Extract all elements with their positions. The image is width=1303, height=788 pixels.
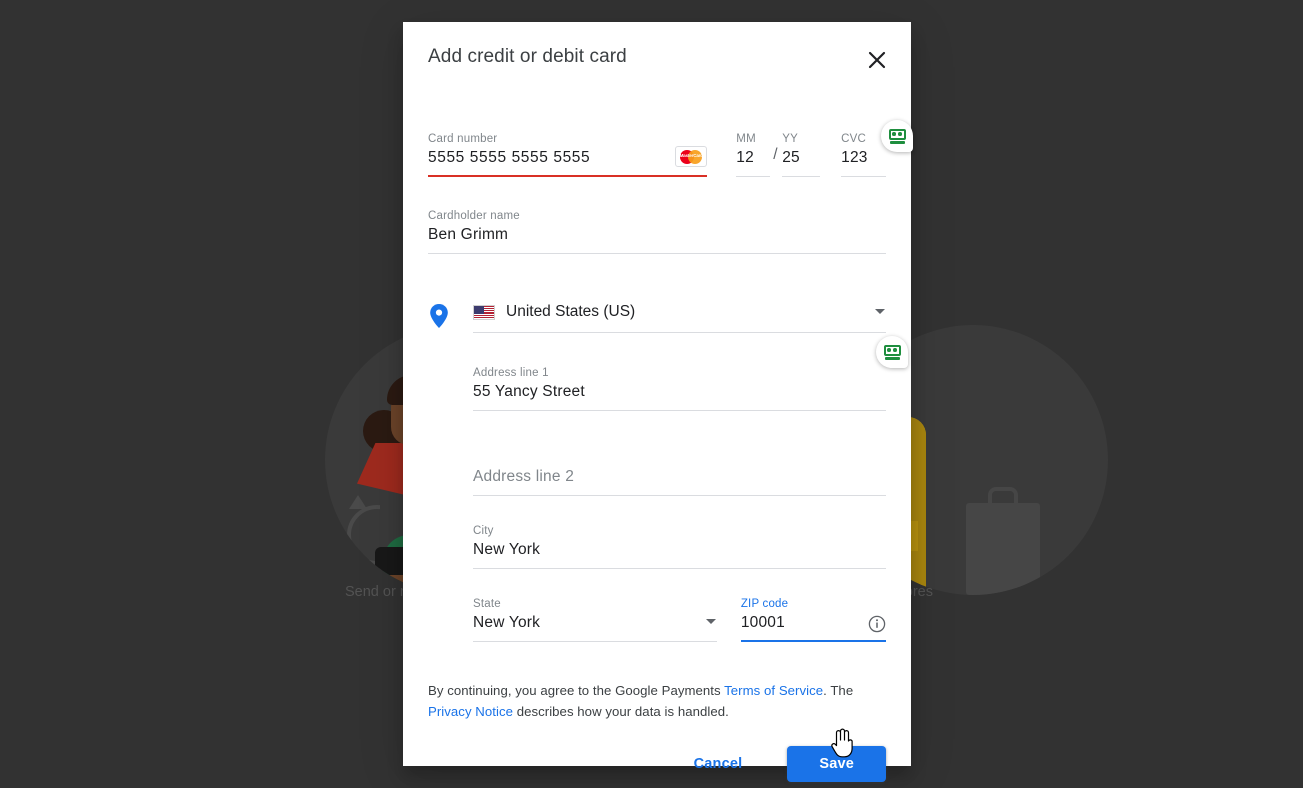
address-line2-field[interactable]: Address line 2: [473, 451, 886, 496]
cvc-label: CVC: [841, 133, 867, 145]
expiry-month-label: MM: [736, 133, 756, 145]
address-group: Address line 1 55 Yancy Street Address l…: [473, 366, 886, 642]
card-form: Card number 5555 5555 5555 5555 MasterCa…: [403, 132, 911, 782]
expiry-year-underline: [782, 176, 821, 177]
country-row: United States (US): [428, 298, 886, 333]
state-label: State: [473, 598, 501, 610]
state-zip-row: State New York ZIP code 10001: [473, 597, 886, 642]
card-number-label: Card number: [428, 133, 498, 145]
cvc-underline: [841, 176, 887, 177]
cardholder-name-field[interactable]: Cardholder name Ben Grimm: [428, 209, 886, 254]
expiry-year-field[interactable]: / YY 25: [773, 132, 821, 177]
us-flag-icon: [473, 304, 495, 320]
card-number-row: Card number 5555 5555 5555 5555 MasterCa…: [428, 132, 887, 177]
cardholder-name-label: Cardholder name: [428, 210, 520, 222]
background-caption-left: Send or r: [345, 584, 405, 600]
cvc-field[interactable]: CVC 123: [841, 132, 887, 177]
zip-code-field[interactable]: ZIP code 10001: [740, 597, 886, 642]
address-line1-field[interactable]: Address line 1 55 Yancy Street: [473, 366, 886, 411]
expiry-month-underline: [736, 176, 771, 177]
dialog-header: Add credit or debit card: [403, 22, 911, 98]
mastercard-label: MasterCard: [679, 153, 703, 158]
zip-code-input[interactable]: 10001: [741, 611, 886, 635]
state-underline: [473, 641, 717, 642]
close-icon[interactable]: [863, 46, 891, 74]
card-number-field[interactable]: Card number 5555 5555 5555 5555 MasterCa…: [428, 132, 708, 177]
expiry-month-input[interactable]: 12: [736, 146, 770, 170]
legal-part-1: By continuing, you agree to the Google P…: [428, 683, 725, 698]
city-field[interactable]: City New York: [473, 524, 886, 569]
country-value: United States (US): [506, 303, 636, 320]
expiry-year-label: YY: [782, 133, 798, 145]
legal-part-3: describes how your data is handled.: [512, 704, 729, 719]
autofill-bot-icon[interactable]: [881, 120, 913, 152]
city-input[interactable]: New York: [473, 538, 886, 562]
address-line2-underline: [473, 495, 886, 496]
legal-text: By continuing, you agree to the Google P…: [428, 680, 886, 722]
privacy-notice-link[interactable]: Privacy Notice: [428, 704, 513, 719]
address-line2-input[interactable]: Address line 2: [473, 465, 886, 489]
page-title: Add credit or debit card: [428, 46, 627, 67]
card-number-underline: [428, 175, 708, 177]
cardholder-name-underline: [428, 253, 886, 254]
location-pin-icon: [430, 303, 448, 328]
zip-code-underline: [740, 640, 886, 642]
cardholder-name-input[interactable]: Ben Grimm: [428, 223, 886, 247]
chevron-down-icon[interactable]: [875, 309, 885, 314]
expiry-separator: /: [773, 146, 778, 163]
address-line1-label: Address line 1: [473, 367, 549, 379]
mastercard-icon: MasterCard: [675, 146, 708, 167]
arrowhead-icon: [349, 495, 367, 509]
card-number-input[interactable]: 5555 5555 5555 5555: [428, 146, 707, 170]
illustration-shopping-bag: [966, 503, 1040, 595]
chevron-down-icon[interactable]: [705, 619, 716, 624]
info-icon[interactable]: [868, 615, 886, 633]
address-line1-underline: [473, 410, 886, 411]
state-select[interactable]: State New York: [473, 597, 717, 642]
cvc-input[interactable]: 123: [841, 146, 886, 170]
autofill-bot-icon[interactable]: [876, 336, 908, 368]
cancel-button[interactable]: Cancel: [680, 747, 757, 781]
save-button[interactable]: Save: [787, 746, 886, 782]
state-value[interactable]: New York: [473, 611, 717, 635]
city-label: City: [473, 525, 494, 537]
country-select[interactable]: United States (US): [473, 298, 886, 333]
expiry-year-input[interactable]: 25: [782, 146, 820, 170]
expiry-month-field[interactable]: MM 12: [736, 132, 771, 177]
legal-part-2: . The: [823, 683, 854, 698]
terms-of-service-link[interactable]: Terms of Service: [724, 683, 823, 698]
zip-code-label: ZIP code: [740, 598, 789, 610]
dialog-actions: Cancel Save: [428, 746, 886, 782]
add-card-dialog: Add credit or debit card Card number 555…: [403, 22, 913, 782]
address-line1-input[interactable]: 55 Yancy Street: [473, 380, 886, 404]
country-underline: [473, 332, 886, 333]
city-underline: [473, 568, 886, 569]
